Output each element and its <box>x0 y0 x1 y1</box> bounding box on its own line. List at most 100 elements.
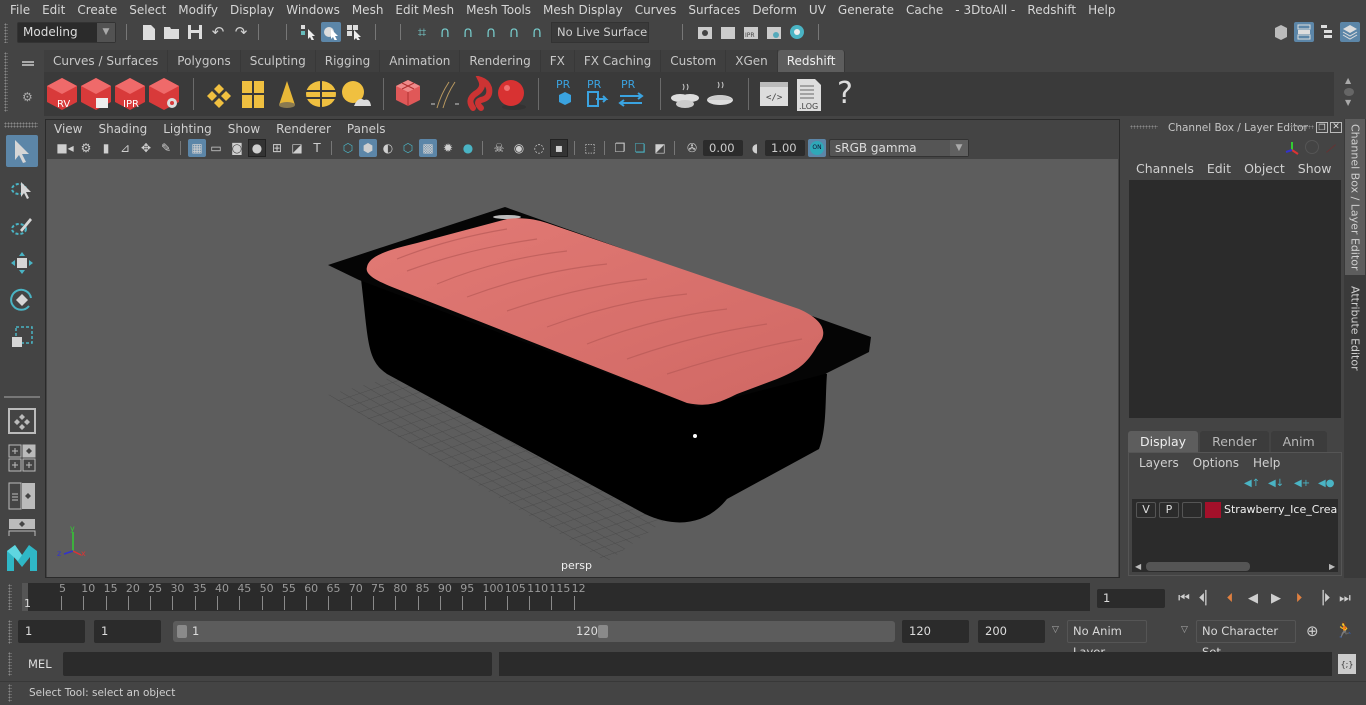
range-end-handle[interactable] <box>598 625 608 638</box>
grease-pencil-icon[interactable]: ✎ <box>157 139 175 157</box>
menu-mesh-display[interactable]: Mesh Display <box>537 3 629 17</box>
menu-surfaces[interactable]: Surfaces <box>682 3 746 17</box>
panel-menu-shading[interactable]: Shading <box>90 122 155 136</box>
character-set-dropdown-arrow-icon[interactable]: ▽ <box>1181 625 1188 635</box>
current-frame-field[interactable]: 1 <box>1097 589 1165 608</box>
layer-tab-render[interactable]: Render <box>1200 431 1269 452</box>
bookmark-icon[interactable]: ▮ <box>97 139 115 157</box>
outliner-toggle-icon[interactable] <box>1317 22 1337 42</box>
snap-point-icon[interactable]: ∩ <box>458 22 478 42</box>
step-back-key-icon[interactable]: ⏴ <box>1220 588 1240 608</box>
redshift-ipr-icon[interactable]: IPR <box>113 76 147 112</box>
redshift-proxy-icon[interactable] <box>461 74 495 112</box>
panel-grip[interactable] <box>1290 125 1314 129</box>
channel-box-menu-object[interactable]: Object <box>1238 161 1292 176</box>
side-tab-attribute-editor[interactable]: Attribute Editor <box>1345 278 1365 378</box>
shelf-tab-fx[interactable]: FX <box>540 50 575 72</box>
layer-display-type-toggle[interactable] <box>1182 502 1202 518</box>
select-component-icon[interactable] <box>344 22 364 42</box>
layer-menu-help[interactable]: Help <box>1246 456 1287 470</box>
menu-generate[interactable]: Generate <box>832 3 900 17</box>
xray-joints-icon[interactable]: ❏ <box>631 139 649 157</box>
textured-icon[interactable]: ▩ <box>419 139 437 157</box>
scroll-down-icon[interactable]: ▼ <box>1345 98 1351 107</box>
make-live-icon[interactable]: ∩ <box>527 22 547 42</box>
rotate-tool[interactable] <box>6 284 38 316</box>
safe-title-icon[interactable]: T <box>308 139 326 157</box>
redshift-render-view-icon[interactable]: RV <box>45 76 79 112</box>
motion-blur-icon[interactable]: ◉ <box>510 139 528 157</box>
shelf-tab-xgen[interactable]: XGen <box>726 50 778 72</box>
undo-icon[interactable]: ↶ <box>208 22 228 42</box>
help-line-grip[interactable] <box>8 684 12 702</box>
channel-box-menu-channels[interactable]: Channels <box>1130 161 1201 176</box>
shelf-tab-polygons[interactable]: Polygons <box>168 50 241 72</box>
smooth-shade-icon[interactable]: ⬢ <box>359 139 377 157</box>
animation-preferences-icon[interactable]: 🏃 <box>1335 621 1355 641</box>
redshift-sphere-icon[interactable] <box>495 76 529 112</box>
move-tool[interactable] <box>6 247 38 279</box>
xray-icon[interactable]: ❐ <box>611 139 629 157</box>
pie-icon[interactable] <box>703 76 737 112</box>
layer-playback-toggle[interactable]: P <box>1159 502 1179 518</box>
menu-display[interactable]: Display <box>224 3 280 17</box>
shelf-tab-curves-surfaces[interactable]: Curves / Surfaces <box>44 50 169 72</box>
shelf-tab-sculpting[interactable]: Sculpting <box>240 50 316 72</box>
anim-layer-dropdown[interactable]: No Anim Layer <box>1067 620 1147 659</box>
menu-deform[interactable]: Deform <box>746 3 803 17</box>
redshift-dome-light-icon[interactable] <box>304 76 338 112</box>
snap-live-icon[interactable]: ∩ <box>504 22 524 42</box>
layer-editor-toggle-icon[interactable] <box>1340 22 1360 42</box>
panel-menu-panels[interactable]: Panels <box>339 122 394 136</box>
layer-color-swatch[interactable] <box>1205 502 1221 518</box>
pr-export-icon[interactable]: PR <box>580 76 614 112</box>
render-view-icon[interactable] <box>695 22 715 42</box>
shadows-icon[interactable]: ● <box>459 139 477 157</box>
script-editor-icon[interactable]: </> <box>757 76 791 112</box>
anti-aliasing-icon[interactable]: ◌ <box>530 139 548 157</box>
redshift-area-light-icon[interactable] <box>202 76 236 112</box>
shelf-tab-custom[interactable]: Custom <box>661 50 727 72</box>
layer-visibility-toggle[interactable]: V <box>1136 502 1156 518</box>
pr-swap-icon[interactable]: PR <box>614 76 648 112</box>
mel-label[interactable]: MEL <box>28 657 52 671</box>
range-slider[interactable] <box>173 621 895 642</box>
playback-start-field[interactable]: 1 <box>94 620 161 643</box>
shelf-tab-rigging[interactable]: Rigging <box>315 50 381 72</box>
snap-curve-icon[interactable]: ∩ <box>435 22 455 42</box>
move-layer-up-icon[interactable]: ◀↑ <box>1244 478 1260 489</box>
menu-uv[interactable]: UV <box>803 3 832 17</box>
layer-name[interactable]: Strawberry_Ice_Cream_ <box>1224 503 1338 516</box>
shelf-drag-handle[interactable] <box>4 52 8 112</box>
persp-graph-layout-icon[interactable] <box>8 518 36 536</box>
go-to-end-icon[interactable]: ⏭ <box>1335 588 1355 608</box>
resolution-gate-icon[interactable]: ◙ <box>228 139 246 157</box>
manipulator-axes-icon[interactable] <box>1284 140 1300 156</box>
channel-box-menu-show[interactable]: Show <box>1292 161 1339 176</box>
channel-box-toggle-icon[interactable] <box>1294 22 1314 42</box>
render-frame-icon[interactable] <box>718 22 738 42</box>
step-forward-frame-icon[interactable]: ▕⏵ <box>1312 588 1332 608</box>
render-settings-icon[interactable] <box>764 22 784 42</box>
step-forward-key-icon[interactable]: ⏵ <box>1289 588 1309 608</box>
timeline-grip[interactable] <box>8 584 12 610</box>
panel-menu-show[interactable]: Show <box>220 122 268 136</box>
xray-components-icon[interactable]: ◩ <box>651 139 669 157</box>
wireframe-icon[interactable]: ⬡ <box>339 139 357 157</box>
exposure-icon[interactable]: ✇ <box>683 139 701 157</box>
menu-mesh[interactable]: Mesh <box>346 3 390 17</box>
drag-handle[interactable] <box>4 23 8 43</box>
panel-menu-view[interactable]: View <box>46 122 90 136</box>
redshift-sun-sky-icon[interactable] <box>338 76 372 112</box>
scroll-thumb[interactable] <box>1146 562 1250 571</box>
menu-curves[interactable]: Curves <box>629 3 683 17</box>
menu-file[interactable]: File <box>4 3 36 17</box>
command-line-grip[interactable] <box>8 652 12 676</box>
character-set-dropdown[interactable]: No Character Set <box>1196 620 1296 659</box>
log-file-icon[interactable]: .LOG <box>792 76 826 112</box>
screen-space-ao-icon[interactable]: ☠ <box>490 139 508 157</box>
redshift-volume-icon[interactable] <box>393 76 427 112</box>
layer-menu-layers[interactable]: Layers <box>1132 456 1186 470</box>
snap-view-plane-icon[interactable]: ∩ <box>481 22 501 42</box>
menu-edit-mesh[interactable]: Edit Mesh <box>389 3 460 17</box>
